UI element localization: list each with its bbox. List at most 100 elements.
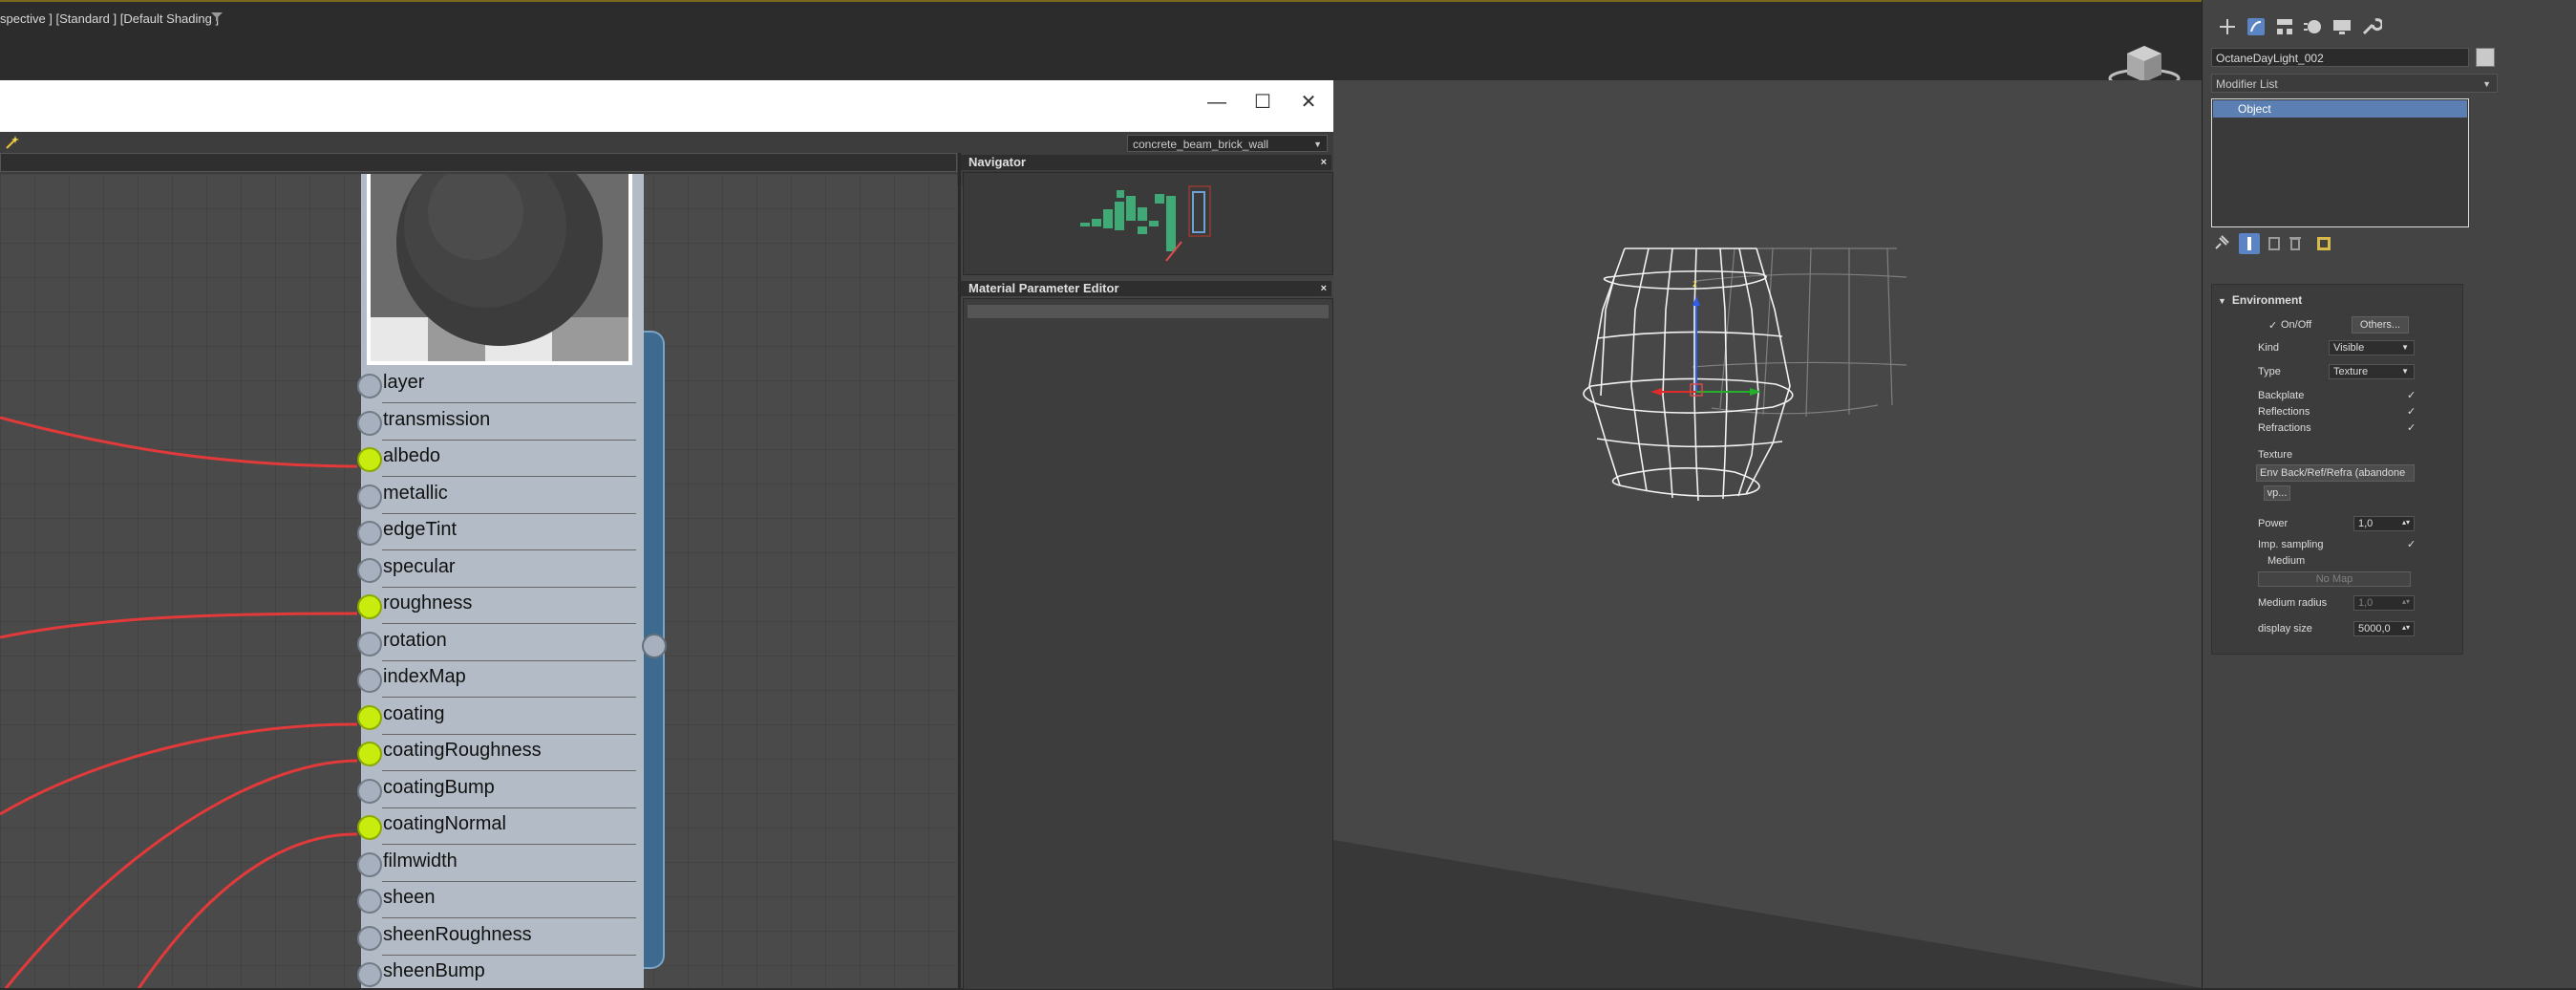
backplate-label: Backplate [2258,390,2305,401]
node-slot-metallic[interactable]: metallic [357,478,644,514]
material-dropdown-value: concrete_beam_brick_wall [1133,138,1269,151]
mpe-title: Material Parameter Editor [969,281,1119,295]
stack-item-object[interactable]: Object [2213,100,2467,118]
object-color-swatch[interactable] [2476,48,2495,67]
on-off-checkbox[interactable]: ✓ [2268,320,2280,332]
input-socket[interactable] [357,889,382,914]
create-tab-icon[interactable] [2216,15,2239,38]
material-node[interactable]: layer transmission albedo metallic edgeTint s… [357,174,665,988]
input-socket[interactable] [357,704,382,730]
node-slot-coatingBump[interactable]: coatingBump [357,772,644,808]
kind-dropdown[interactable]: Visible ▼ [2329,340,2415,355]
material-preview[interactable] [367,174,632,365]
wand-icon[interactable] [4,134,21,151]
node-slot-sheenRoughness[interactable]: sheenRoughness [357,919,644,956]
node-slot-coating[interactable]: coating [357,699,644,735]
node-slot-transmission[interactable]: transmission [357,404,644,441]
navigator-panel[interactable] [963,172,1333,275]
make-unique-icon[interactable] [2264,233,2285,254]
show-end-result-icon[interactable] [2239,233,2260,254]
display-tab-icon[interactable] [2331,15,2353,38]
no-map-button[interactable]: No Map [2258,571,2411,587]
panel-divider[interactable] [958,153,961,988]
input-socket[interactable] [357,484,382,509]
modify-tab-icon[interactable] [2245,15,2267,38]
node-view-canvas[interactable]: layer transmission albedo metallic edgeTint s… [0,174,957,988]
slate-titlebar[interactable]: — ☐ ✕ [0,80,1333,132]
node-slot-specular[interactable]: specular [357,551,644,588]
node-slot-albedo[interactable]: albedo [357,441,644,477]
slot-label: specular [383,555,456,577]
node-slot-layer[interactable]: layer [357,367,644,403]
object-name-field[interactable]: OctaneDayLight_002 [2211,48,2469,67]
remove-modifier-icon[interactable] [2285,233,2306,254]
medium-radius-spinner[interactable]: 1,0 ▴▾ [2353,595,2415,611]
texture-map-button[interactable]: Env Back/Ref/Refra (abandone [2256,464,2415,482]
mpe-name-bar[interactable] [968,305,1329,318]
imp-sampling-checkbox[interactable]: ✓ [2407,539,2418,550]
node-slot-filmwidth[interactable]: filmwidth [357,846,644,882]
chevron-down-icon: ▼ [1313,140,1322,149]
type-dropdown[interactable]: Texture ▼ [2329,364,2415,379]
close-icon[interactable]: × [1321,281,1327,296]
utilities-tab-icon[interactable] [2359,15,2384,38]
type-label: Type [2258,366,2281,377]
vp-button[interactable]: vp... [2264,485,2290,501]
input-socket[interactable] [357,851,382,877]
power-spinner[interactable]: 1,0 ▴▾ [2353,516,2415,531]
input-socket[interactable] [357,925,382,951]
slot-label: filmwidth [383,850,458,872]
filter-icon[interactable] [210,11,224,24]
input-socket[interactable] [357,594,382,619]
node-slot-coatingRoughness[interactable]: coatingRoughness [357,735,644,771]
refractions-label: Refractions [2258,422,2311,434]
refractions-checkbox[interactable]: ✓ [2407,422,2418,434]
spinner-arrows-icon[interactable]: ▴▾ [2402,595,2410,609]
configure-sets-icon[interactable] [2313,233,2334,254]
node-slot-edgeTint[interactable]: edgeTint [357,514,644,550]
node-slot-indexMap[interactable]: indexMap [357,661,644,698]
display-size-spinner[interactable]: 5000,0 ▴▾ [2353,621,2415,636]
input-socket[interactable] [357,447,382,472]
input-socket[interactable] [357,815,382,840]
material-parameter-editor-header[interactable]: Material Parameter Editor × [961,281,1331,296]
input-socket[interactable] [357,410,382,436]
close-button[interactable]: ✕ [1289,86,1328,118]
input-socket[interactable] [357,742,382,766]
view-tab-bar[interactable] [0,153,957,172]
input-socket[interactable] [357,962,382,987]
spinner-arrows-icon[interactable]: ▴▾ [2402,621,2410,635]
node-slot-sheenBump[interactable]: sheenBump [357,956,644,988]
chevron-down-icon: ▼ [2401,367,2409,376]
input-socket[interactable] [357,668,382,693]
viewport-label[interactable]: spective ] [Standard ] [Default Shading … [0,11,219,26]
medium-radius-value: 1,0 [2358,597,2374,609]
spinner-arrows-icon[interactable]: ▴▾ [2402,516,2410,529]
close-icon[interactable]: × [1321,155,1327,170]
motion-tab-icon[interactable] [2302,15,2325,38]
input-socket[interactable] [357,374,382,398]
input-socket[interactable] [357,557,382,583]
maximize-button[interactable]: ☐ [1244,86,1282,118]
modifier-stack[interactable]: Object [2211,98,2469,227]
backplate-checkbox[interactable]: ✓ [2407,390,2418,401]
input-socket[interactable] [357,778,382,804]
input-socket[interactable] [357,521,382,546]
slot-label: sheenBump [383,960,485,981]
node-slot-coatingNormal[interactable]: coatingNormal [357,808,644,845]
active-viewport-border [0,0,2202,2]
minimize-button[interactable]: — [1198,86,1236,118]
reflections-checkbox[interactable]: ✓ [2407,406,2418,418]
hierarchy-tab-icon[interactable] [2273,15,2296,38]
pin-stack-icon[interactable] [2210,233,2231,254]
others-button[interactable]: Others... [2352,316,2409,334]
node-output-socket[interactable] [642,634,667,658]
rollout-header[interactable]: ▼ Environment [2218,293,2302,307]
node-slot-roughness[interactable]: roughness [357,588,644,624]
node-slot-sheen[interactable]: sheen [357,882,644,918]
navigator-header[interactable]: Navigator × [961,155,1331,170]
modifier-list-dropdown[interactable]: Modifier List ▼ [2211,74,2498,93]
node-slot-rotation[interactable]: rotation [357,625,644,661]
material-dropdown[interactable]: concrete_beam_brick_wall ▼ [1127,135,1328,152]
input-socket[interactable] [357,631,382,656]
